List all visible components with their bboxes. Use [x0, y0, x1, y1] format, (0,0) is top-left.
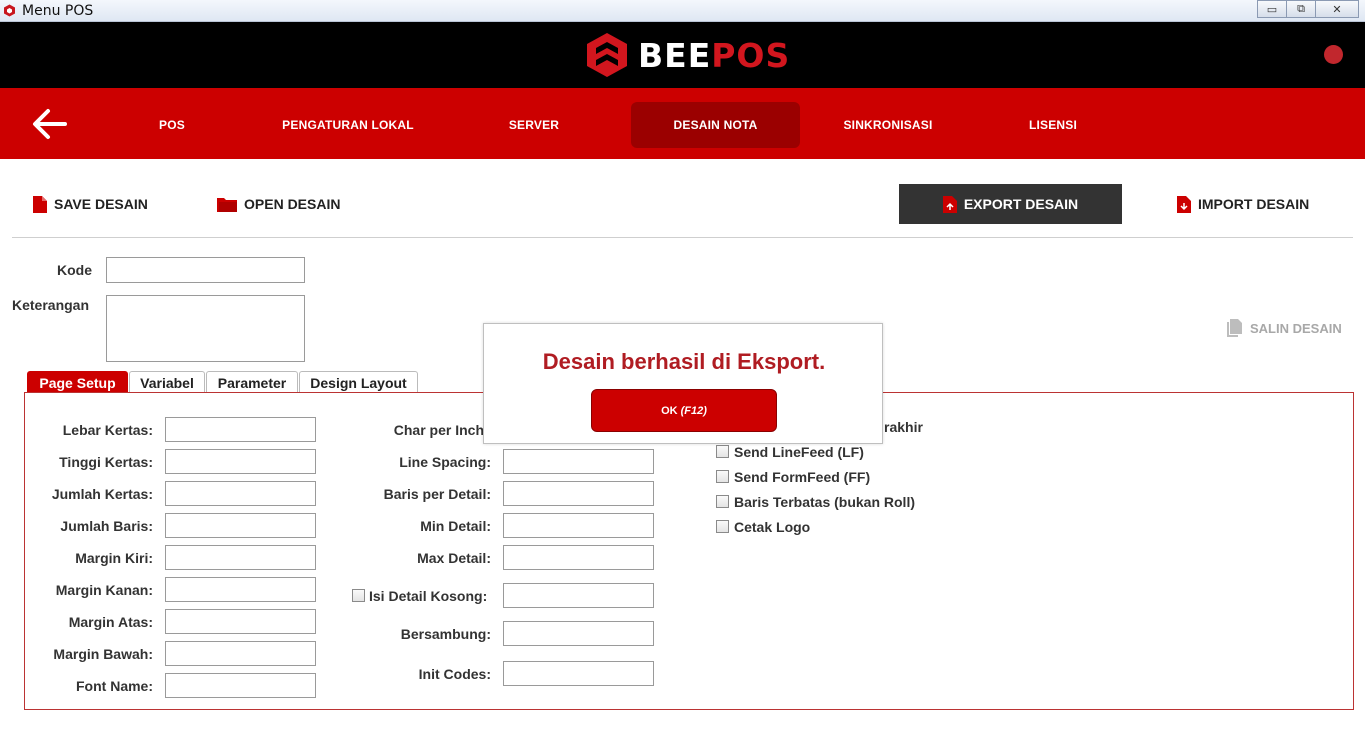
main-nav: POS PENGATURAN LOKAL SERVER DESAIN NOTA …: [0, 88, 1365, 159]
open-desain-button[interactable]: OPEN DESAIN: [217, 184, 340, 224]
beepos-logo: BEEPOS: [586, 32, 790, 78]
arrow-left-icon: [33, 109, 67, 139]
tinggi-kertas-input[interactable]: [165, 449, 316, 474]
kode-label: Kode: [57, 262, 92, 278]
status-indicator: [1324, 45, 1343, 64]
window-title: Menu POS: [22, 3, 94, 19]
min-detail-label: Min Detail:: [420, 518, 491, 534]
bersambung-input[interactable]: [503, 621, 654, 646]
export-desain-button[interactable]: EXPORT DESAIN: [899, 184, 1122, 224]
tab-parameter[interactable]: Parameter: [206, 371, 298, 393]
ok-shortcut: (F12): [680, 404, 707, 417]
line-spacing-label: Line Spacing:: [399, 454, 491, 470]
send-formfeed-label: Send FormFeed (FF): [734, 469, 871, 485]
nav-lisensi[interactable]: LISENSI: [1003, 102, 1103, 148]
window-titlebar: Menu POS ▭ ⧉ ✕: [0, 0, 1365, 22]
line-spacing-input[interactable]: [503, 449, 654, 474]
salin-desain-label: SALIN DESAIN: [1250, 320, 1342, 336]
margin-kiri-label: Margin Kiri:: [75, 550, 153, 566]
import-desain-button[interactable]: IMPORT DESAIN: [1177, 184, 1309, 224]
send-linefeed-label: Send LineFeed (LF): [734, 444, 864, 460]
file-export-icon: [942, 195, 957, 213]
ok-label: OK: [661, 404, 678, 417]
send-formfeed-checkbox[interactable]: [716, 470, 729, 483]
bersambung-label: Bersambung:: [400, 626, 491, 642]
maximize-button[interactable]: ⧉: [1286, 0, 1316, 18]
margin-atas-label: Margin Atas:: [68, 614, 153, 630]
tab-variabel[interactable]: Variabel: [129, 371, 205, 393]
jumlah-baris-label: Jumlah Baris:: [60, 518, 153, 534]
open-desain-label: OPEN DESAIN: [244, 196, 341, 212]
nav-desain-nota[interactable]: DESAIN NOTA: [631, 102, 800, 148]
dialog-message: Desain berhasil di Eksport.: [542, 349, 826, 374]
baris-per-detail-label: Baris per Detail:: [383, 486, 491, 502]
isi-detail-kosong-label: Isi Detail Kosong:: [369, 588, 488, 604]
lebar-kertas-input[interactable]: [165, 417, 316, 442]
char-per-inch-label: Char per Inch: [393, 422, 484, 438]
toolbar-divider: [12, 237, 1353, 238]
margin-bawah-input[interactable]: [165, 641, 316, 666]
close-button[interactable]: ✕: [1315, 0, 1359, 18]
jumlah-baris-input[interactable]: [165, 513, 316, 538]
brand-name: BEEPOS: [638, 35, 791, 75]
window-controls: ▭ ⧉ ✕: [1257, 0, 1359, 18]
margin-bawah-label: Margin Bawah:: [53, 646, 153, 662]
partial-checkbox-label: rakhir: [884, 419, 923, 435]
font-name-input[interactable]: [165, 673, 316, 698]
app-header: BEEPOS: [0, 22, 1365, 88]
baris-terbatas-checkbox[interactable]: [716, 495, 729, 508]
min-detail-input[interactable]: [503, 513, 654, 538]
cetak-logo-label: Cetak Logo: [734, 519, 811, 535]
margin-kanan-input[interactable]: [165, 577, 316, 602]
lebar-kertas-label: Lebar Kertas:: [62, 422, 153, 438]
nav-pos[interactable]: POS: [122, 102, 222, 148]
ok-button[interactable]: OK (F12): [591, 389, 777, 432]
hexagon-logo-icon: [587, 33, 627, 77]
send-linefeed-checkbox[interactable]: [716, 445, 729, 458]
isi-detail-kosong-input[interactable]: [503, 583, 654, 608]
baris-per-detail-input[interactable]: [503, 481, 654, 506]
export-desain-label: EXPORT DESAIN: [963, 196, 1079, 212]
jumlah-kertas-label: Jumlah Kertas:: [51, 486, 153, 502]
copy-icon: [1226, 319, 1243, 337]
save-desain-label: SAVE DESAIN: [54, 196, 148, 212]
app-icon: [3, 4, 16, 17]
tab-design-layout[interactable]: Design Layout: [299, 371, 418, 393]
save-desain-button[interactable]: SAVE DESAIN: [33, 184, 148, 224]
baris-terbatas-label: Baris Terbatas (bukan Roll): [734, 494, 916, 510]
kode-input[interactable]: [106, 257, 305, 283]
back-button[interactable]: [28, 106, 70, 142]
isi-detail-kosong-checkbox[interactable]: [352, 589, 365, 602]
tinggi-kertas-label: Tinggi Kertas:: [59, 454, 153, 470]
minimize-button[interactable]: ▭: [1257, 0, 1287, 18]
file-icon: [33, 195, 47, 213]
nav-server[interactable]: SERVER: [484, 102, 584, 148]
margin-atas-input[interactable]: [165, 609, 316, 634]
init-codes-input[interactable]: [503, 661, 654, 686]
cetak-logo-checkbox[interactable]: [716, 520, 729, 533]
folder-icon: [217, 196, 237, 212]
jumlah-kertas-input[interactable]: [165, 481, 316, 506]
export-success-dialog: Desain berhasil di Eksport. OK (F12): [483, 323, 883, 444]
margin-kiri-input[interactable]: [165, 545, 316, 570]
import-desain-label: IMPORT DESAIN: [1198, 196, 1310, 212]
keterangan-label: Keterangan: [12, 297, 90, 313]
margin-kanan-label: Margin Kanan:: [55, 582, 153, 598]
salin-desain-button[interactable]: SALIN DESAIN: [1226, 318, 1342, 338]
max-detail-label: Max Detail:: [417, 550, 491, 566]
init-codes-label: Init Codes:: [418, 666, 491, 682]
nav-sinkronisasi[interactable]: SINKRONISASI: [828, 102, 948, 148]
max-detail-input[interactable]: [503, 545, 654, 570]
keterangan-textarea[interactable]: [106, 295, 305, 362]
tab-page-setup[interactable]: Page Setup: [27, 371, 128, 393]
nav-pengaturan-lokal[interactable]: PENGATURAN LOKAL: [268, 102, 428, 148]
file-import-icon: [1177, 195, 1191, 213]
font-name-label: Font Name:: [76, 678, 153, 694]
